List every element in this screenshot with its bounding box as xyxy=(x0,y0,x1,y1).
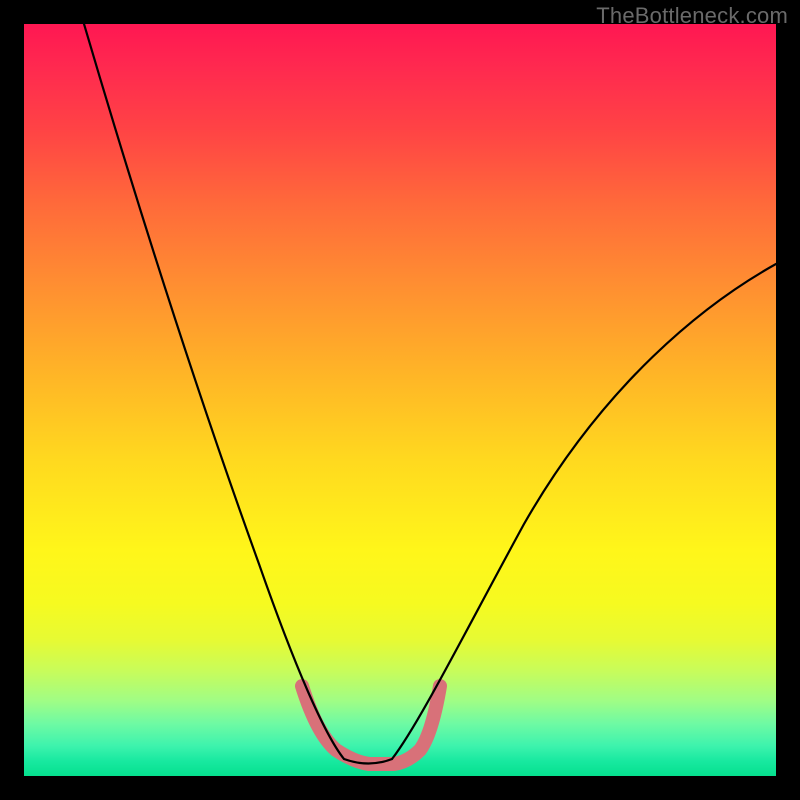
chart-frame: TheBottleneck.com xyxy=(0,0,800,800)
plot-area xyxy=(24,24,776,776)
left-curve xyxy=(84,24,344,759)
right-curve xyxy=(392,264,776,759)
curves-svg xyxy=(24,24,776,776)
watermark-text: TheBottleneck.com xyxy=(596,3,788,29)
